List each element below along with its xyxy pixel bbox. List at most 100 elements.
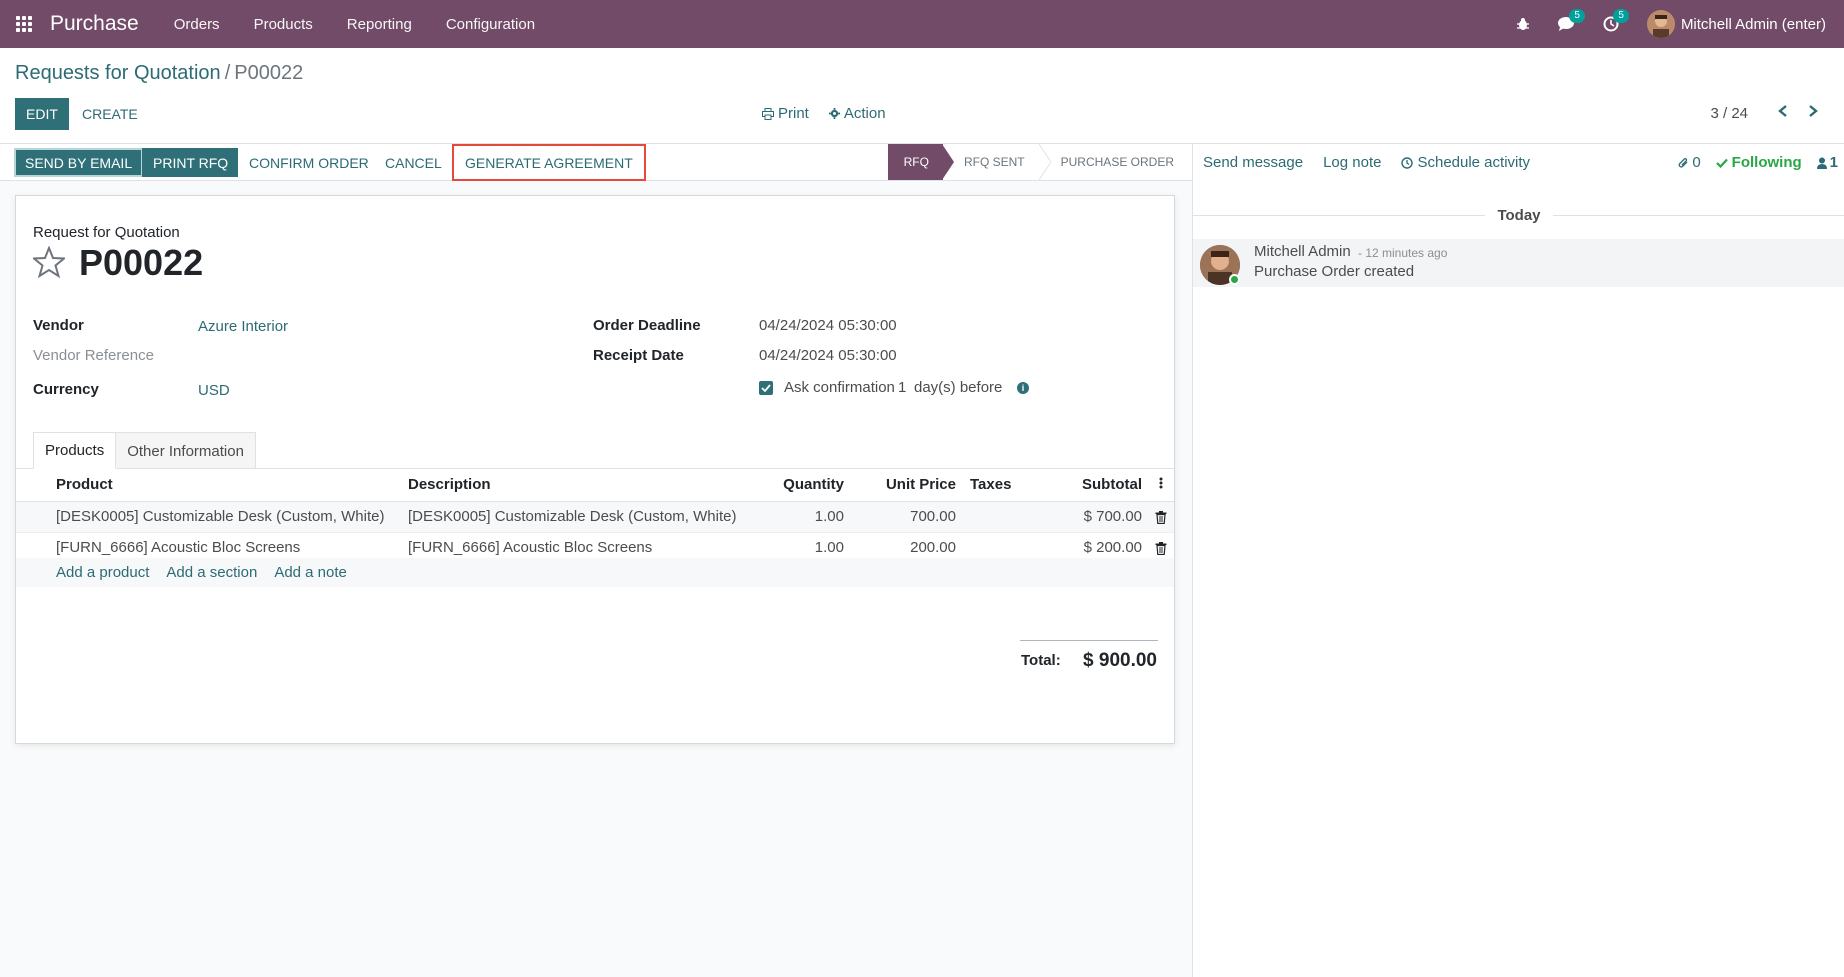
clock-icon[interactable]: 5 <box>1589 0 1633 48</box>
line-taxes[interactable] <box>962 501 1032 533</box>
followers-count: 1 <box>1829 154 1838 171</box>
confirm-order-button[interactable]: CONFIRM ORDER <box>238 148 380 177</box>
print-rfq-button[interactable]: PRINT RFQ <box>142 148 240 177</box>
receipt-date-label: Receipt Date <box>593 347 684 364</box>
menu-configuration[interactable]: Configuration <box>429 16 552 33</box>
currency-field[interactable]: USD <box>198 382 230 399</box>
user-menu[interactable]: Mitchell Admin (enter) <box>1646 10 1826 38</box>
notebook-tabs: Products Other Information <box>33 432 256 469</box>
column-subtotal[interactable]: Subtotal <box>1032 469 1148 502</box>
stage-rfq-sent[interactable]: RFQ SENT <box>954 144 1039 180</box>
print-menu-button[interactable]: Print <box>762 105 809 122</box>
breadcrumb: Requests for Quotation / P00022 <box>15 62 303 85</box>
form-sheet: Request for Quotation P00022 Vendor Azur… <box>15 195 1175 744</box>
vendor-label: Vendor <box>33 317 84 334</box>
attachments-count: 0 <box>1692 154 1701 171</box>
following-button[interactable]: Following <box>1708 154 1810 171</box>
line-subtotal: $ 700.00 <box>1032 501 1148 533</box>
send-by-email-button[interactable]: SEND BY EMAIL <box>14 148 144 177</box>
vendor-reference-label: Vendor Reference <box>33 347 154 364</box>
kebab-icon[interactable] <box>1148 469 1174 502</box>
generate-agreement-button[interactable]: GENERATE AGREEMENT <box>452 144 646 181</box>
edit-button[interactable]: EDIT <box>15 98 69 130</box>
send-message-button[interactable]: Send message <box>1193 154 1313 171</box>
activities-badge: 5 <box>1613 9 1629 23</box>
online-status-dot <box>1229 274 1240 285</box>
ask-confirmation-days[interactable]: 1 <box>898 379 906 396</box>
column-unit-price[interactable]: Unit Price <box>850 469 962 502</box>
avatar <box>1646 10 1675 38</box>
line-quantity[interactable]: 1.00 <box>774 501 850 533</box>
cancel-button[interactable]: CANCEL <box>374 148 453 177</box>
star-icon[interactable] <box>33 246 65 278</box>
page-title: P00022 <box>79 242 204 283</box>
chevron-left-icon[interactable] <box>1772 100 1794 122</box>
column-product[interactable]: Product <box>56 469 402 502</box>
following-label: Following <box>1731 154 1802 171</box>
handle-column <box>16 469 56 502</box>
check-icon <box>1715 158 1728 168</box>
order-deadline-label: Order Deadline <box>593 317 701 334</box>
followers-button[interactable]: 1 <box>1810 154 1844 171</box>
stage-bar: RFQ RFQ SENT PURCHASE ORDER <box>887 144 1192 180</box>
add-note-link[interactable]: Add a note <box>274 564 347 581</box>
row-handle <box>16 501 56 533</box>
control-panel: Requests for Quotation / P00022 EDIT CREAT… <box>0 48 1844 144</box>
schedule-activity-button[interactable]: Schedule activity <box>1391 154 1540 171</box>
bug-icon[interactable] <box>1501 0 1545 48</box>
tab-products[interactable]: Products <box>33 432 117 469</box>
line-unit-price[interactable]: 700.00 <box>850 501 962 533</box>
menu-products[interactable]: Products <box>237 16 330 33</box>
log-note-button[interactable]: Log note <box>1313 154 1391 171</box>
message-author[interactable]: Mitchell Admin <box>1254 243 1351 260</box>
line-description[interactable]: [DESK0005] Customizable Desk (Custom, Wh… <box>402 501 774 533</box>
stage-rfq[interactable]: RFQ <box>887 144 943 180</box>
total-value: $ 900.00 <box>1083 650 1157 671</box>
stage-purchase-order[interactable]: PURCHASE ORDER <box>1051 144 1192 180</box>
breadcrumb-parent[interactable]: Requests for Quotation <box>15 62 221 84</box>
add-section-link[interactable]: Add a section <box>166 564 257 581</box>
total-label: Total: <box>1021 652 1061 669</box>
info-icon[interactable]: i <box>1017 382 1029 394</box>
chatter-panel: Send message Log note Schedule activity … <box>1192 144 1844 977</box>
order-deadline-field[interactable]: 04/24/2024 05:30:00 <box>759 317 897 334</box>
add-product-link[interactable]: Add a product <box>56 564 149 581</box>
chatter-message: Mitchell Admin - 12 minutes ago Purchase… <box>1193 239 1844 287</box>
message-time: - 12 minutes ago <box>1358 246 1448 260</box>
trash-icon[interactable] <box>1148 501 1174 533</box>
add-line-links: Add a product Add a section Add a note <box>16 558 1174 587</box>
table-row[interactable]: [DESK0005] Customizable Desk (Custom, Wh… <box>16 501 1174 533</box>
schedule-activity-label: Schedule activity <box>1417 154 1531 171</box>
menu-orders[interactable]: Orders <box>157 16 237 33</box>
receipt-date-field[interactable]: 04/24/2024 05:30:00 <box>759 347 897 364</box>
breadcrumb-separator: / <box>224 62 231 84</box>
vendor-field[interactable]: Azure Interior <box>198 318 288 335</box>
ask-confirmation-checkbox[interactable] <box>759 381 773 395</box>
line-product[interactable]: [DESK0005] Customizable Desk (Custom, Wh… <box>56 501 402 533</box>
app-name[interactable]: Purchase <box>48 12 157 36</box>
ask-confirmation-label: Ask confirmation <box>784 379 895 396</box>
user-icon <box>1816 157 1827 169</box>
form-statusbar: SEND BY EMAIL PRINT RFQ CONFIRM ORDER CA… <box>0 144 1192 181</box>
column-description[interactable]: Description <box>402 469 774 502</box>
chevron-right-icon[interactable] <box>1802 100 1824 122</box>
chatter-topbar: Send message Log note Schedule activity … <box>1193 144 1844 181</box>
pager-value[interactable]: 3 / 24 <box>1710 105 1748 122</box>
message-body: Purchase Order created <box>1254 263 1415 280</box>
action-label: Action <box>843 105 886 122</box>
action-menu-button[interactable]: Action <box>828 105 886 122</box>
breadcrumb-current: P00022 <box>234 62 304 84</box>
schedule-clock-icon <box>1401 156 1414 169</box>
gear-icon <box>828 108 840 119</box>
column-quantity[interactable]: Quantity <box>774 469 850 502</box>
document-type: Request for Quotation <box>33 224 180 241</box>
attachments-button[interactable]: 0 <box>1671 154 1707 171</box>
column-taxes[interactable]: Taxes <box>962 469 1032 502</box>
menu-reporting[interactable]: Reporting <box>330 16 429 33</box>
tab-other-information[interactable]: Other Information <box>116 432 256 469</box>
apps-grid-icon[interactable] <box>0 0 48 48</box>
create-button[interactable]: CREATE <box>74 98 146 130</box>
total-divider <box>1020 640 1158 641</box>
stage-arrow <box>941 144 954 180</box>
chat-icon[interactable]: 5 <box>1545 0 1589 48</box>
